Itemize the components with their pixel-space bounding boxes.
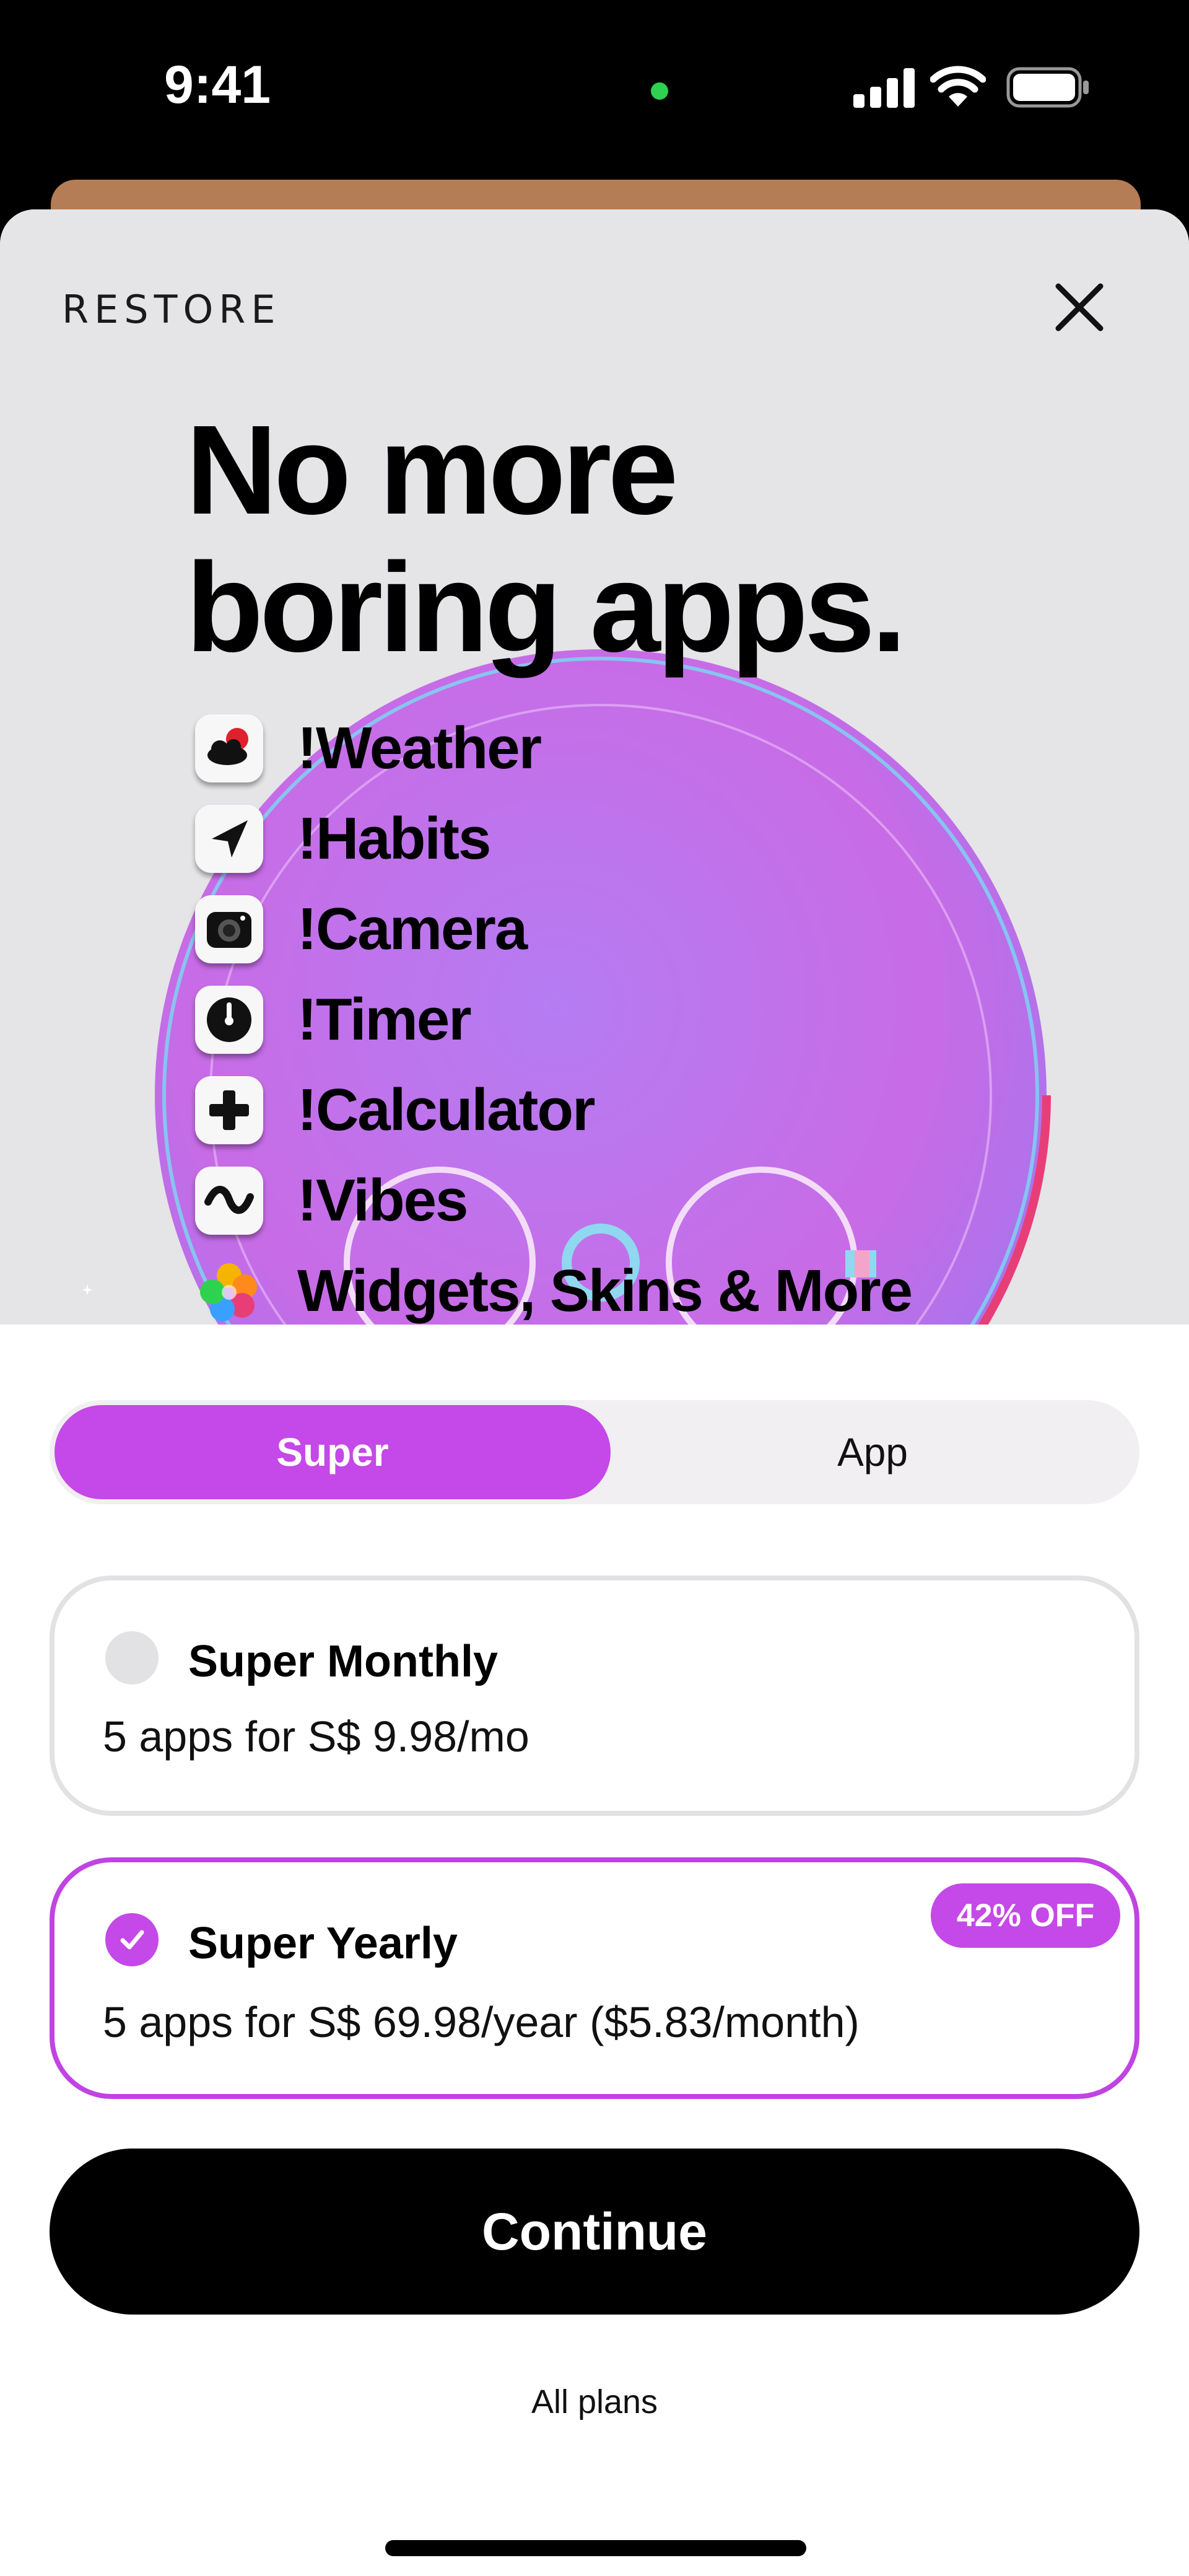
feature-label: !Weather bbox=[297, 715, 542, 781]
discount-badge: 42% OFF bbox=[931, 1883, 1120, 1948]
plan-title: Super Monthly bbox=[188, 1637, 498, 1686]
feature-item-timer: !Timer bbox=[195, 976, 472, 1063]
home-indicator[interactable] bbox=[385, 2540, 806, 2556]
radio-unselected-icon[interactable] bbox=[105, 1631, 159, 1684]
feature-label: !Calculator bbox=[297, 1077, 595, 1143]
plan-card-yearly[interactable]: Super Yearly 42% OFF 5 apps for S$ 69.98… bbox=[50, 1857, 1139, 2099]
headline-line-1: No more bbox=[186, 399, 679, 541]
cellular-signal-icon bbox=[853, 68, 915, 108]
sparkle-icon bbox=[82, 1284, 93, 1295]
battery-icon bbox=[1006, 67, 1089, 108]
feature-item-camera: !Camera bbox=[195, 886, 528, 973]
all-plans-link[interactable]: All plans bbox=[0, 2383, 1189, 2421]
feature-label: Widgets, Skins & More bbox=[297, 1258, 913, 1324]
headline-line-2: boring apps. bbox=[186, 537, 907, 678]
feature-item-widgets: Widgets, Skins & More bbox=[195, 1248, 913, 1325]
headline: No more boring apps. bbox=[186, 399, 907, 678]
paywall-sheet: RESTORE No more boring apps. !Weather !H… bbox=[0, 209, 1189, 2576]
status-time: 9:41 bbox=[164, 55, 271, 115]
hero-section: RESTORE No more boring apps. !Weather !H… bbox=[0, 209, 1189, 1325]
feature-label: !Habits bbox=[297, 805, 491, 872]
plan-type-segmented-control: Super App bbox=[50, 1400, 1139, 1504]
close-icon[interactable] bbox=[1050, 278, 1109, 337]
plan-description: 5 apps for S$ 9.98/mo bbox=[103, 1712, 529, 1761]
feature-label: !Camera bbox=[297, 896, 528, 962]
feature-item-vibes: !Vibes bbox=[195, 1157, 468, 1244]
radio-selected-check-icon[interactable] bbox=[105, 1913, 159, 1966]
timer-icon bbox=[195, 986, 263, 1054]
weather-icon bbox=[195, 714, 263, 782]
restore-button[interactable]: RESTORE bbox=[62, 287, 281, 332]
widgets-icon bbox=[195, 1257, 263, 1325]
plan-description: 5 apps for S$ 69.98/year ($5.83/month) bbox=[103, 1998, 860, 2046]
vibes-icon bbox=[195, 1167, 263, 1235]
continue-button[interactable]: Continue bbox=[50, 2149, 1139, 2315]
feature-label: !Vibes bbox=[297, 1167, 468, 1233]
plan-title: Super Yearly bbox=[188, 1919, 458, 1968]
tab-super[interactable]: Super bbox=[54, 1405, 611, 1499]
camera-indicator-icon bbox=[651, 82, 668, 100]
plan-card-monthly[interactable]: Super Monthly 5 apps for S$ 9.98/mo bbox=[50, 1575, 1139, 1816]
feature-item-habits: !Habits bbox=[195, 795, 491, 882]
status-bar: 9:41 bbox=[0, 0, 1189, 180]
calculator-icon bbox=[195, 1076, 263, 1144]
wifi-icon bbox=[930, 66, 986, 107]
feature-item-weather: !Weather bbox=[195, 705, 542, 792]
camera-icon bbox=[195, 895, 263, 963]
feature-label: !Timer bbox=[297, 986, 472, 1053]
tab-app[interactable]: App bbox=[611, 1405, 1135, 1499]
feature-item-calculator: !Calculator bbox=[195, 1067, 595, 1154]
habits-icon bbox=[195, 805, 263, 873]
